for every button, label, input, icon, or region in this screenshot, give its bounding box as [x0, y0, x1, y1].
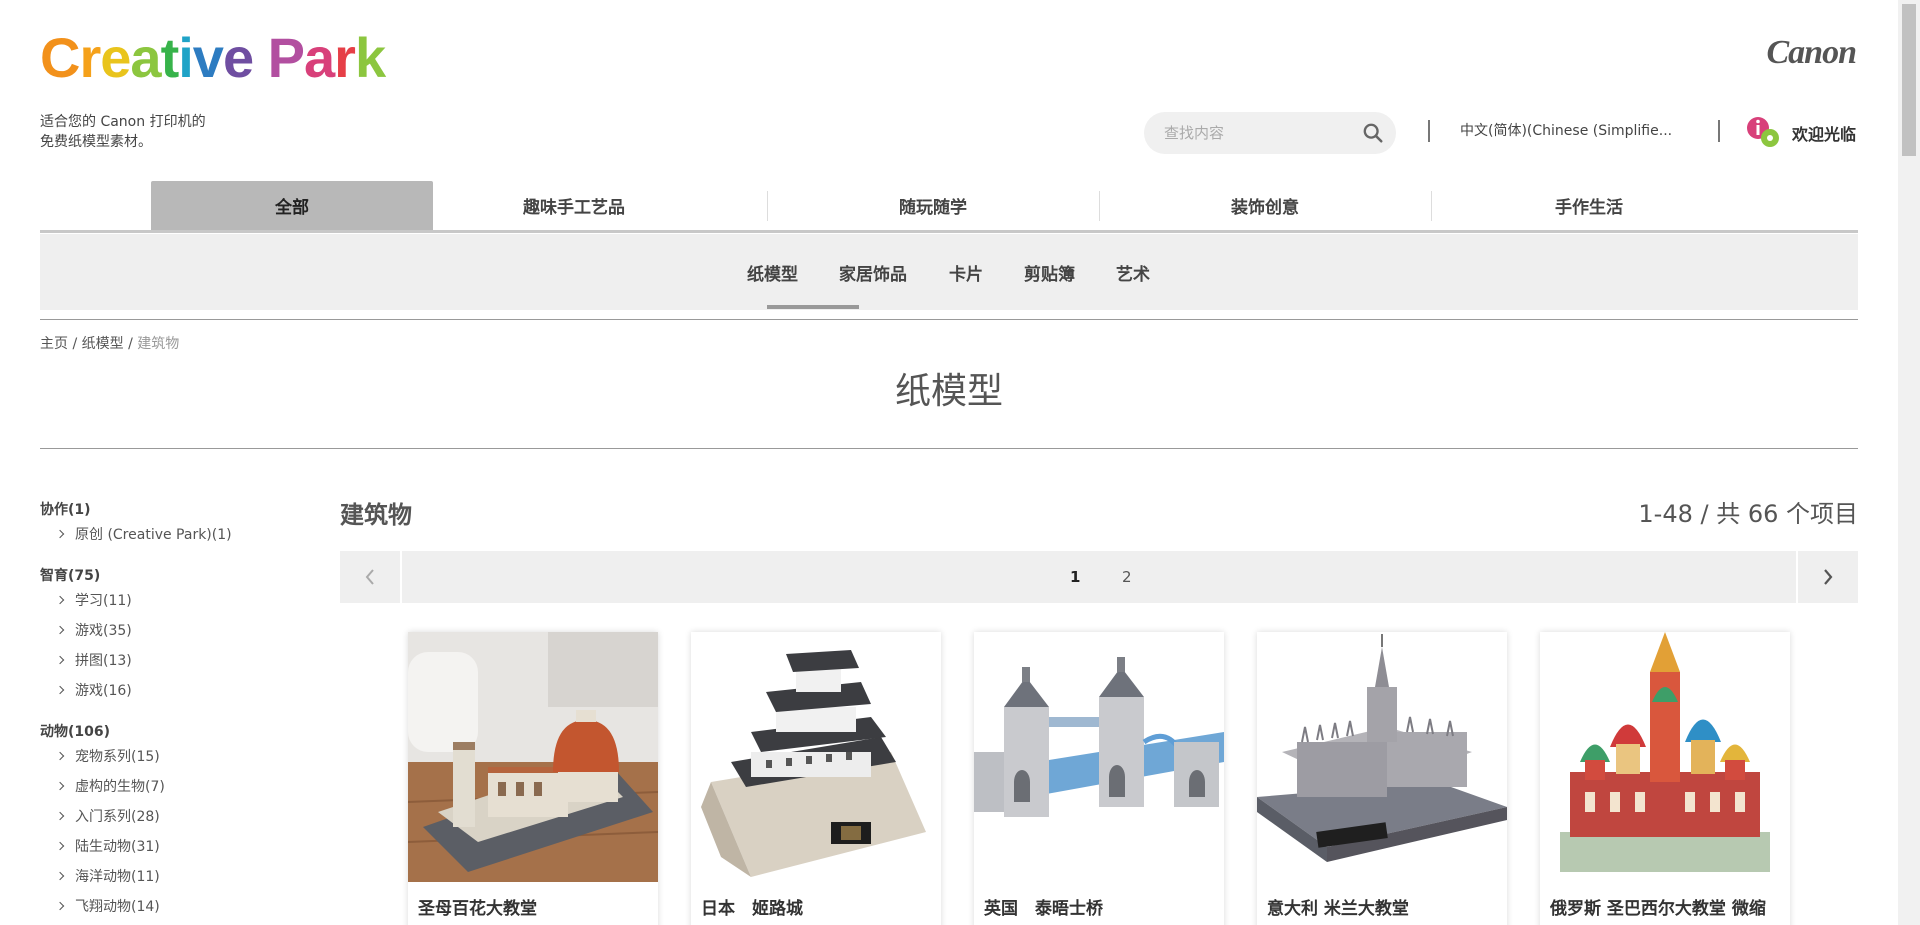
tagline-line-1: 适合您的 Canon 打印机的	[40, 114, 206, 130]
sidebar-item[interactable]: 原创 (Creative Park)(1)	[40, 520, 300, 550]
product-name[interactable]: 日本 姬路城	[701, 894, 803, 919]
subnav-scrapbook[interactable]: 剪贴簿	[1024, 260, 1075, 285]
breadcrumb-separator: /	[68, 336, 82, 352]
canon-logo[interactable]: Canon	[1767, 34, 1857, 72]
breadcrumb-paper-model[interactable]: 纸模型	[82, 336, 124, 352]
language-selector[interactable]: 中文(简体)(Chinese (Simplifie...	[1460, 120, 1680, 140]
logo-letter: r	[79, 26, 101, 89]
product-image[interactable]	[1540, 632, 1790, 882]
chevron-left-icon	[365, 569, 374, 585]
tab-fun-crafts[interactable]: 趣味手工艺品	[433, 181, 715, 230]
sidebar-group-title[interactable]: 动物(106)	[40, 722, 300, 742]
product-image[interactable]	[408, 632, 658, 882]
sidebar-item[interactable]: 学习(11)	[40, 586, 300, 616]
sidebar-item[interactable]: 飞翔动物(14)	[40, 892, 300, 922]
subnav-cards[interactable]: 卡片	[949, 260, 983, 285]
product-name[interactable]: 圣母百花大教堂	[418, 894, 537, 919]
logo-letter: t	[160, 26, 180, 89]
product-image[interactable]	[974, 632, 1224, 882]
section-title: 建筑物	[340, 501, 412, 529]
breadcrumb-separator: /	[123, 336, 138, 352]
sidebar-item[interactable]: 拼图(13)	[40, 646, 300, 676]
page-1[interactable]: 1	[1070, 568, 1080, 586]
next-page-button[interactable]	[1796, 551, 1858, 603]
sidebar-item[interactable]: 入门系列(28)	[40, 802, 300, 832]
bridge-model-image	[974, 632, 1224, 882]
tab-handmade-life[interactable]: 手作生活	[1431, 181, 1747, 230]
logo-letter: e	[222, 26, 254, 89]
main-navigation: 全部 趣味手工艺品 随玩随学 装饰创意 手作生活	[40, 181, 1858, 233]
product-card[interactable]: 日本 姬路城	[691, 632, 941, 925]
logo-letter	[253, 26, 268, 89]
logo-letter: i	[178, 26, 194, 89]
language-label: 中文(简体)(Chinese (Simplifie...	[1460, 123, 1673, 139]
logo-letter: P	[267, 26, 305, 89]
milan-cathedral-model-image	[1257, 632, 1507, 882]
category-sidebar: 协作(1) 原创 (Creative Park)(1) 智育(75) 学习(11…	[40, 500, 300, 922]
logo-letter: a	[304, 26, 335, 89]
search-box[interactable]	[1144, 112, 1396, 154]
product-name[interactable]: 意大利 米兰大教堂	[1267, 894, 1409, 919]
castle-model-image	[691, 632, 941, 882]
sidebar-item[interactable]: 陆生动物(31)	[40, 832, 300, 862]
result-count: 1-48 / 共 66 个项目	[1638, 500, 1858, 528]
creative-park-logo[interactable]: Creative Park	[40, 30, 386, 86]
tagline-line-2: 免费纸模型素材。	[40, 134, 152, 150]
logo-letter: v	[192, 26, 224, 89]
divider-line	[40, 319, 1858, 320]
product-card[interactable]: 意大利 米兰大教堂	[1257, 632, 1507, 925]
page: Creative Park 适合您的 Canon 打印机的 免费纸模型素材。 C…	[0, 0, 1898, 925]
product-name[interactable]: 俄罗斯 圣巴西尔大教堂 微缩	[1550, 894, 1766, 919]
chevron-right-icon	[1824, 569, 1833, 585]
product-image[interactable]	[1257, 632, 1507, 882]
product-image[interactable]	[691, 632, 941, 882]
header-divider	[1428, 120, 1430, 142]
page-title: 纸模型	[894, 371, 1003, 412]
product-card[interactable]: 俄罗斯 圣巴西尔大教堂 微缩	[1540, 632, 1790, 925]
tab-all[interactable]: 全部	[151, 181, 433, 230]
breadcrumb: 主页 / 纸模型 / 建筑物	[40, 333, 179, 353]
welcome-user-icon[interactable]	[1744, 114, 1784, 150]
breadcrumb-home[interactable]: 主页	[40, 336, 68, 352]
page-2[interactable]: 2	[1122, 568, 1132, 586]
cathedral-model-image	[408, 632, 658, 882]
prev-page-button[interactable]	[340, 551, 402, 603]
tab-play-learn[interactable]: 随玩随学	[767, 181, 1099, 230]
logo-letter: a	[130, 26, 161, 89]
product-card[interactable]: 英国 泰晤士桥	[974, 632, 1224, 925]
saint-basil-model-image	[1540, 632, 1790, 882]
welcome-link[interactable]: 欢迎光临	[1792, 121, 1856, 145]
page-scrollbar[interactable]	[1898, 0, 1920, 925]
site-tagline: 适合您的 Canon 打印机的 免费纸模型素材。	[40, 112, 240, 152]
breadcrumb-current: 建筑物	[137, 336, 180, 352]
logo-letter: k	[354, 26, 386, 89]
sidebar-item[interactable]: 虚构的生物(7)	[40, 772, 300, 802]
pagination: 1 2	[340, 551, 1858, 603]
search-input[interactable]	[1164, 112, 1354, 154]
sidebar-group-title[interactable]: 智育(75)	[40, 566, 300, 586]
sub-navigation: 纸模型 家居饰品 卡片 剪贴簿 艺术	[40, 234, 1858, 310]
divider-line	[40, 448, 1858, 449]
header-divider	[1718, 120, 1720, 142]
product-card[interactable]: 圣母百花大教堂	[408, 632, 658, 925]
subnav-home-decor[interactable]: 家居饰品	[839, 260, 907, 285]
logo-letter: C	[40, 26, 80, 89]
search-icon[interactable]	[1362, 122, 1384, 144]
sidebar-group-title[interactable]: 协作(1)	[40, 500, 300, 520]
logo-letter: r	[334, 26, 356, 89]
scrollbar-thumb[interactable]	[1902, 4, 1916, 156]
tab-decoration[interactable]: 装饰创意	[1099, 181, 1431, 230]
subnav-paper-model[interactable]: 纸模型	[747, 260, 798, 285]
sidebar-item[interactable]: 游戏(35)	[40, 616, 300, 646]
subnav-active-indicator	[767, 305, 859, 309]
sidebar-item[interactable]: 宠物系列(15)	[40, 742, 300, 772]
logo-letter: e	[100, 26, 131, 89]
sidebar-item[interactable]: 游戏(16)	[40, 676, 300, 706]
product-name[interactable]: 英国 泰晤士桥	[984, 894, 1103, 919]
subnav-art[interactable]: 艺术	[1116, 260, 1150, 285]
sidebar-item[interactable]: 海洋动物(11)	[40, 862, 300, 892]
